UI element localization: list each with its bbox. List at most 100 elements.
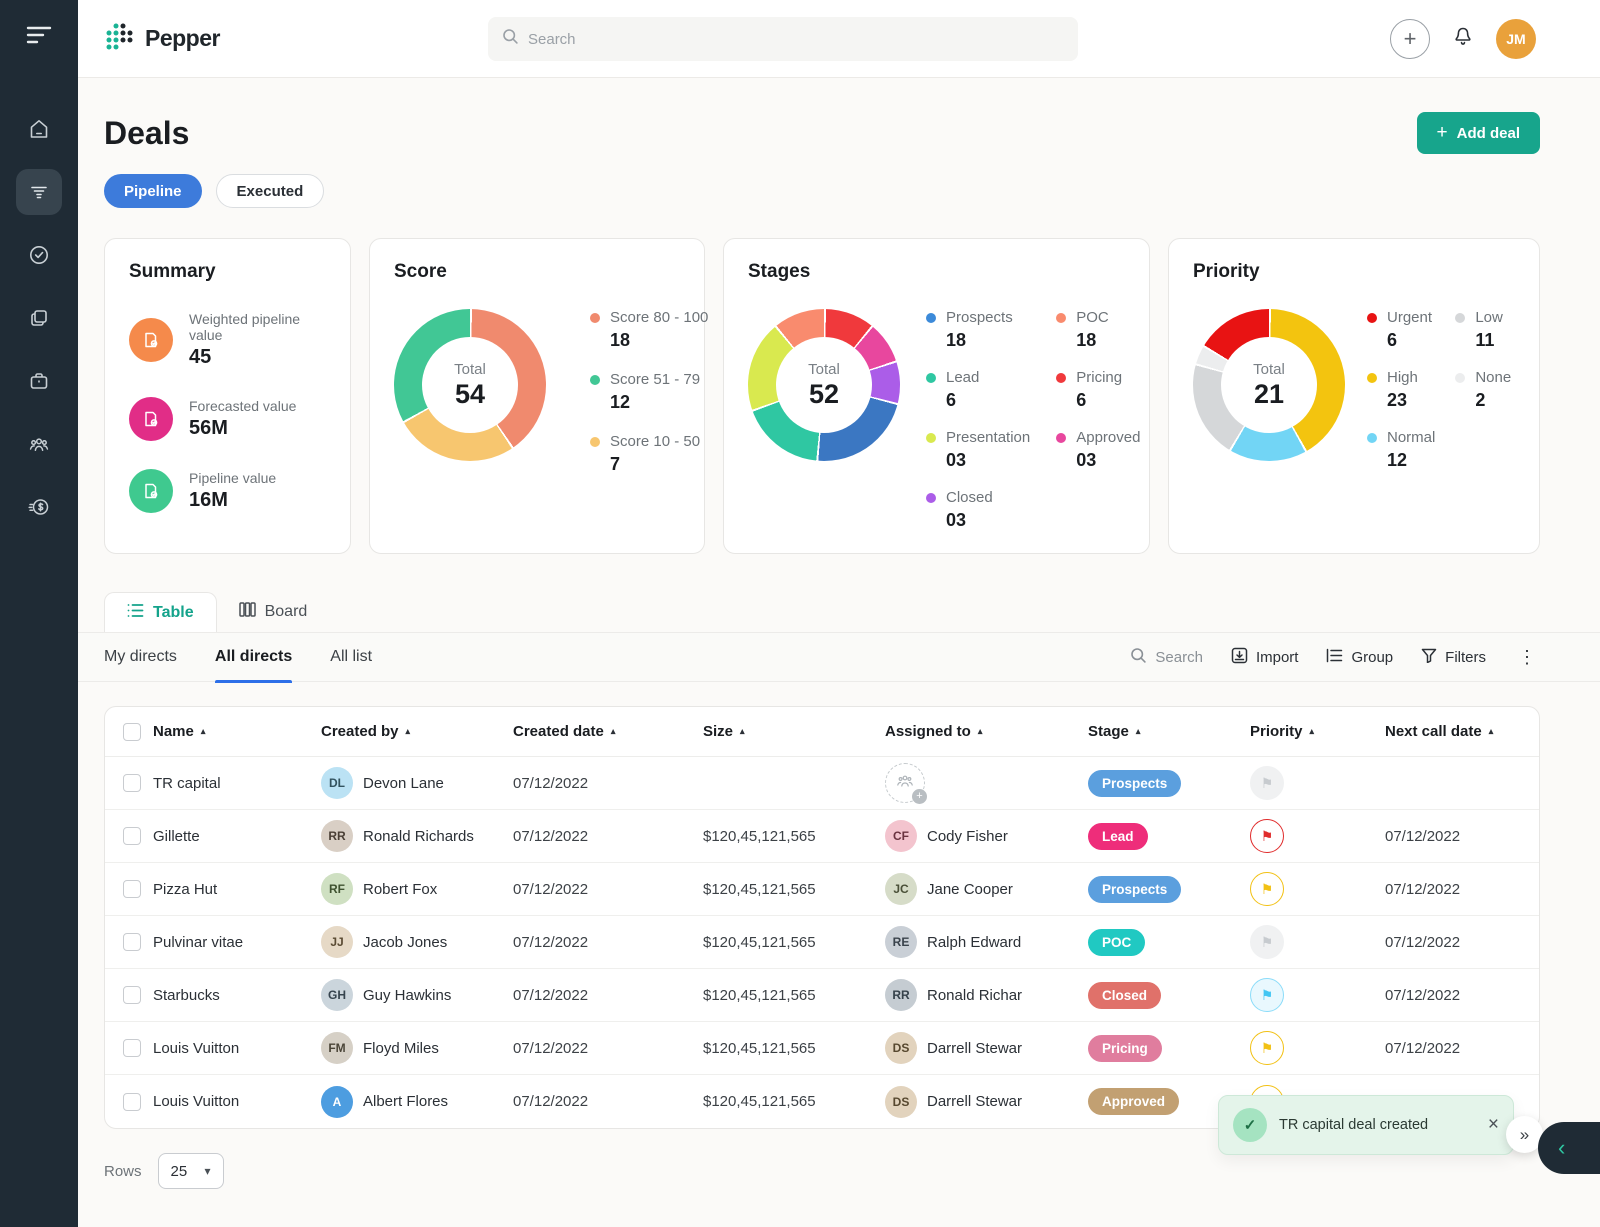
stage-badge[interactable]: Closed: [1088, 982, 1161, 1009]
tab-board-view[interactable]: Board: [217, 592, 330, 632]
brand-logo[interactable]: Pepper: [104, 21, 220, 57]
legend-dot: [1056, 373, 1066, 383]
tab-table-view[interactable]: Table: [104, 592, 217, 632]
sort-arrow-icon[interactable]: ▴: [611, 726, 616, 737]
priority-flag-icon[interactable]: ⚑: [1250, 925, 1284, 959]
priority-flag-icon[interactable]: ⚑: [1250, 872, 1284, 906]
column-header[interactable]: Assigned to▴: [885, 723, 1088, 740]
import-button[interactable]: Import: [1231, 647, 1299, 668]
score-card-title: Score: [394, 261, 680, 283]
column-header[interactable]: Next call date▴: [1385, 723, 1539, 740]
kanban-board-icon: [239, 602, 256, 622]
group-button[interactable]: Group: [1326, 648, 1393, 667]
metric-value: 45: [189, 346, 326, 369]
row-checkbox[interactable]: [123, 1093, 141, 1111]
filters-button[interactable]: Filters: [1421, 648, 1486, 667]
column-header[interactable]: Stage▴: [1088, 723, 1250, 740]
close-icon[interactable]: ×: [1488, 1114, 1499, 1136]
avatar: GH: [321, 979, 353, 1011]
legend-item: Approved 03: [1056, 429, 1140, 471]
column-header[interactable]: Created by▴: [321, 723, 513, 740]
score-total: 54: [455, 379, 485, 410]
row-checkbox[interactable]: [123, 880, 141, 898]
sidebar-item-deals[interactable]: [16, 169, 62, 215]
tab-all-directs[interactable]: All directs: [215, 632, 292, 682]
table-row[interactable]: TR capital DL Devon Lane 07/12/2022 +: [105, 757, 1539, 810]
sidebar-item-home[interactable]: [16, 106, 62, 152]
sidebar-item-finance[interactable]: [16, 484, 62, 530]
legend-item: Closed 03: [926, 489, 1030, 531]
row-checkbox[interactable]: [123, 1039, 141, 1057]
row-checkbox[interactable]: [123, 986, 141, 1004]
table-row[interactable]: Starbucks GH Guy Hawkins 07/12/2022 $120…: [105, 969, 1539, 1022]
sort-arrow-icon[interactable]: ▴: [1136, 726, 1141, 737]
sidebar-item-documents[interactable]: [16, 295, 62, 341]
sidebar-item-team[interactable]: [16, 421, 62, 467]
sort-arrow-icon[interactable]: ▴: [740, 726, 745, 737]
global-search-input[interactable]: Search: [488, 17, 1078, 61]
plus-icon: +: [1437, 122, 1448, 144]
sidebar-item-tasks[interactable]: [16, 232, 62, 278]
add-deal-button[interactable]: + Add deal: [1417, 112, 1540, 154]
priority-flag-icon[interactable]: ⚑: [1250, 978, 1284, 1012]
chat-collapse-handle[interactable]: ‹: [1538, 1122, 1600, 1174]
legend-dot: [1056, 433, 1066, 443]
table-row[interactable]: Louis Vuitton FM Floyd Miles 07/12/2022 …: [105, 1022, 1539, 1075]
table-row[interactable]: Pulvinar vitae JJ Jacob Jones 07/12/2022…: [105, 916, 1539, 969]
tab-my-directs[interactable]: My directs: [104, 632, 177, 682]
table-row[interactable]: Gillette RR Ronald Richards 07/12/2022 $…: [105, 810, 1539, 863]
created-date: 07/12/2022: [513, 987, 703, 1004]
stage-badge[interactable]: Approved: [1088, 1088, 1179, 1115]
deal-name: Starbucks: [153, 987, 321, 1004]
deal-name: TR capital: [153, 775, 321, 792]
stage-badge[interactable]: Prospects: [1088, 770, 1181, 797]
stage-badge[interactable]: Pricing: [1088, 1035, 1162, 1062]
tab-executed[interactable]: Executed: [216, 174, 325, 208]
metric-value: 56M: [189, 417, 296, 440]
metric-label: Forecasted value: [189, 398, 296, 414]
menu-toggle-icon[interactable]: [26, 25, 52, 50]
assigned-to-cell: + DS Darrell Stewar: [885, 1032, 1088, 1064]
row-checkbox[interactable]: [123, 827, 141, 845]
table-search-button[interactable]: Search: [1130, 647, 1203, 668]
row-checkbox[interactable]: [123, 774, 141, 792]
more-options-button[interactable]: ⋮: [1514, 647, 1540, 668]
check-circle-icon: [27, 243, 51, 267]
assign-user-button[interactable]: +: [885, 763, 925, 803]
select-all-checkbox[interactable]: [123, 723, 141, 741]
priority-flag-icon[interactable]: ⚑: [1250, 1031, 1284, 1065]
tab-pipeline[interactable]: Pipeline: [104, 174, 202, 208]
column-header[interactable]: Priority▴: [1250, 723, 1385, 740]
sort-arrow-icon[interactable]: ▴: [406, 726, 411, 737]
assigned-to-cell: + JC Jane Cooper: [885, 873, 1088, 905]
column-header[interactable]: Created date▴: [513, 723, 703, 740]
avatar: RF: [321, 873, 353, 905]
stage-badge[interactable]: Prospects: [1088, 876, 1181, 903]
sort-arrow-icon[interactable]: ▴: [201, 726, 206, 737]
priority-flag-icon[interactable]: ⚑: [1250, 819, 1284, 853]
pepper-logo-icon: [104, 21, 135, 57]
row-checkbox[interactable]: [123, 933, 141, 951]
legend-item: Prospects 18: [926, 309, 1030, 351]
sort-arrow-icon[interactable]: ▴: [1310, 726, 1315, 737]
tab-all-list[interactable]: All list: [330, 632, 372, 682]
sort-arrow-icon[interactable]: ▴: [978, 726, 983, 737]
plus-icon: +: [912, 789, 927, 804]
topbar: Pepper Search + JM: [78, 0, 1600, 78]
stage-cell: Closed: [1088, 982, 1250, 1009]
column-header[interactable]: Size▴: [703, 723, 885, 740]
column-header[interactable]: Name▴: [153, 723, 321, 740]
avatar: FM: [321, 1032, 353, 1064]
sort-arrow-icon[interactable]: ▴: [1489, 726, 1494, 737]
deal-name: Pizza Hut: [153, 881, 321, 898]
table-row[interactable]: Pizza Hut RF Robert Fox 07/12/2022 $120,…: [105, 863, 1539, 916]
notifications-button[interactable]: [1451, 24, 1475, 53]
quick-add-button[interactable]: +: [1390, 19, 1430, 59]
priority-donut-chart: Total 21: [1193, 309, 1345, 461]
stage-badge[interactable]: POC: [1088, 929, 1145, 956]
rows-per-page-select[interactable]: 25 ▾: [158, 1153, 224, 1189]
sidebar-item-companies[interactable]: [16, 358, 62, 404]
priority-flag-icon[interactable]: ⚑: [1250, 766, 1284, 800]
stage-badge[interactable]: Lead: [1088, 823, 1148, 850]
user-avatar[interactable]: JM: [1496, 19, 1536, 59]
